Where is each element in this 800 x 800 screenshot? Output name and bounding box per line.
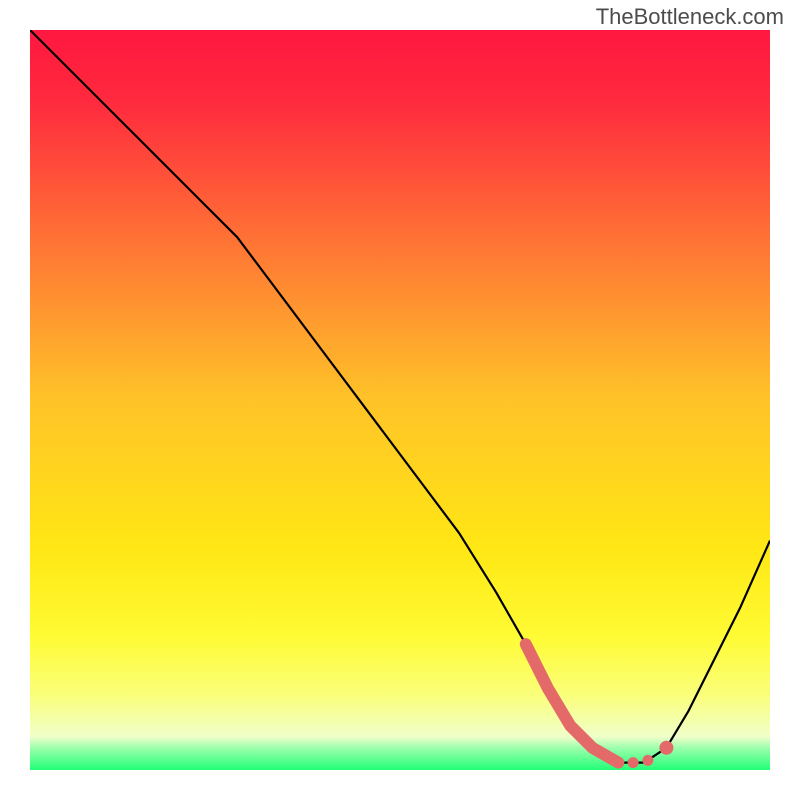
highlight-dot [659, 741, 673, 755]
highlight-dot [642, 755, 653, 766]
highlight-dot [628, 757, 639, 768]
watermark-text: TheBottleneck.com [596, 4, 784, 30]
chart-plot [30, 30, 770, 770]
